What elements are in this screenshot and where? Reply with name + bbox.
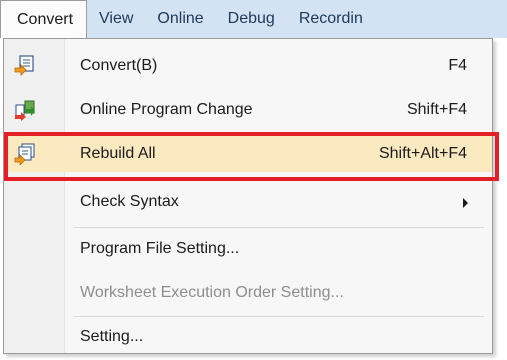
menu-convert[interactable]: Convert	[0, 0, 88, 38]
menu-online[interactable]: Online	[145, 0, 215, 38]
menu-separator	[74, 227, 484, 228]
online-program-change-icon	[14, 99, 36, 121]
rebuild-all-icon	[14, 143, 36, 166]
screen: Convert View Online Debug Recordin Conve…	[0, 0, 507, 360]
menu-debug[interactable]: Debug	[216, 0, 287, 38]
menu-item-rebuild-all[interactable]: Rebuild All Shift+Alt+F4	[4, 136, 492, 172]
submenu-arrow-icon	[463, 198, 468, 208]
menu-recording[interactable]: Recordin	[287, 0, 375, 38]
menu-item-label: Setting...	[80, 328, 144, 345]
menu-item-shortcut: F4	[448, 57, 467, 74]
menu-item-shortcut: Shift+Alt+F4	[378, 145, 467, 162]
convert-dropdown-menu: Convert(B) F4 Online Program Change Shif…	[3, 38, 493, 354]
menu-item-worksheet-execution-order-setting: Worksheet Execution Order Setting...	[4, 275, 492, 311]
menu-item-label: Rebuild All	[80, 145, 156, 162]
menu-item-setting[interactable]: Setting...	[4, 319, 492, 355]
menu-item-shortcut: Shift+F4	[406, 101, 467, 118]
menu-item-label: Online Program Change	[80, 101, 253, 118]
menu-item-label: Program File Setting...	[80, 240, 240, 257]
menu-bar: Convert View Online Debug Recordin	[0, 0, 507, 38]
menu-item-label: Check Syntax	[80, 193, 179, 210]
menu-item-program-file-setting[interactable]: Program File Setting...	[4, 231, 492, 267]
menu-separator	[74, 316, 484, 317]
menu-view[interactable]: View	[87, 0, 145, 38]
menu-item-label: Convert(B)	[80, 57, 158, 74]
convert-icon	[14, 55, 36, 77]
menu-item-label: Worksheet Execution Order Setting...	[80, 284, 344, 301]
menu-item-online-program-change[interactable]: Online Program Change Shift+F4	[4, 92, 492, 128]
menu-item-check-syntax[interactable]: Check Syntax	[4, 184, 492, 220]
menu-item-convert[interactable]: Convert(B) F4	[4, 48, 492, 84]
